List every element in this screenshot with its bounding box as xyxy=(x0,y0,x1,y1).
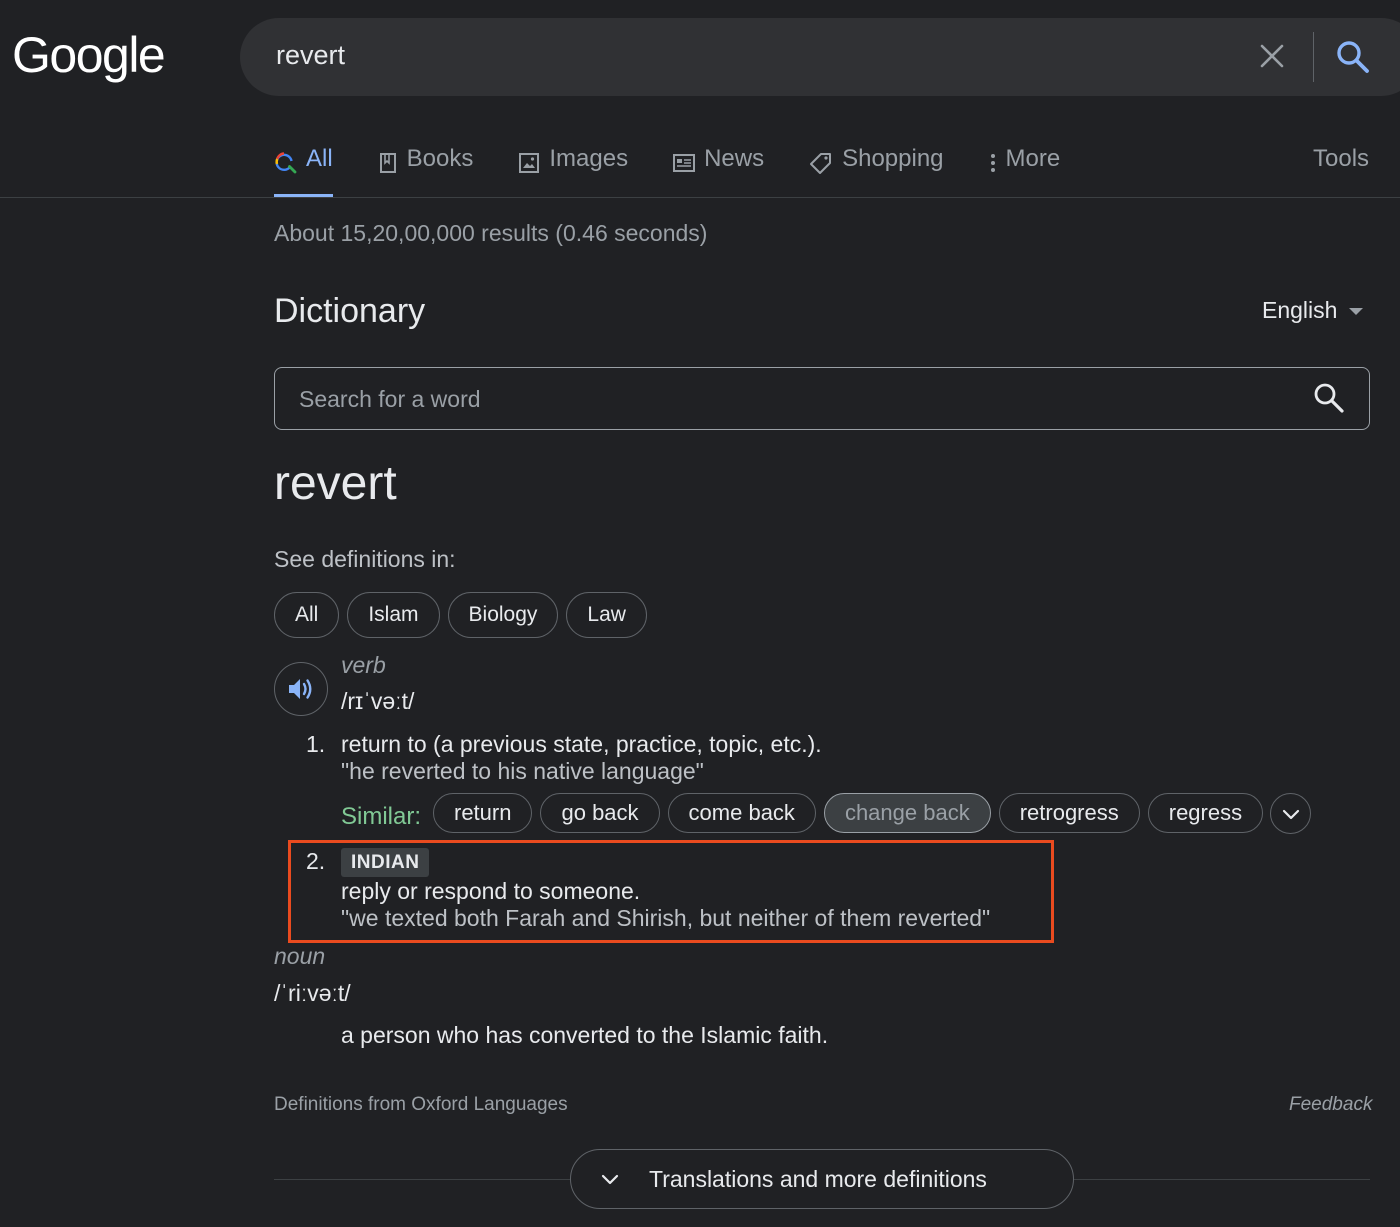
definition-text: reply or respond to someone. xyxy=(341,878,641,904)
domain-chips: All Islam Biology Law xyxy=(274,592,647,638)
search-icon[interactable] xyxy=(1312,381,1346,415)
synonym-chip[interactable]: retrogress xyxy=(998,793,1140,833)
word-search-box[interactable] xyxy=(274,367,1370,430)
synonym-chip[interactable]: regress xyxy=(1147,793,1264,833)
more-definitions-label: Translations and more definitions xyxy=(649,1165,987,1192)
definition-text: return to (a previous state, practice, t… xyxy=(341,731,822,757)
tabs-divider xyxy=(0,197,1400,198)
synonym-chip-selected[interactable]: change back xyxy=(823,793,991,833)
result-stats: About 15,20,00,000 results (0.46 seconds… xyxy=(274,220,708,246)
language-dropdown[interactable]: English xyxy=(1262,297,1364,324)
tab-books[interactable]: Books xyxy=(377,140,474,198)
language-label: English xyxy=(1262,297,1338,323)
tab-label: Books xyxy=(406,145,474,172)
tab-images[interactable]: Images xyxy=(517,140,628,198)
speaker-icon xyxy=(289,679,312,699)
chip-islam[interactable]: Islam xyxy=(347,592,440,638)
tab-more[interactable]: More xyxy=(988,140,1061,198)
search-icon xyxy=(275,152,297,174)
synonym-chip[interactable]: return xyxy=(433,793,533,833)
feedback-link[interactable]: Feedback xyxy=(1289,1094,1372,1116)
news-icon xyxy=(673,154,696,172)
search-bar[interactable] xyxy=(240,18,1400,96)
synonym-chip[interactable]: go back xyxy=(540,793,660,833)
search-icon[interactable] xyxy=(1334,38,1372,76)
search-query[interactable]: revert xyxy=(276,40,345,71)
tab-all[interactable]: All xyxy=(274,140,333,198)
image-icon xyxy=(519,153,540,173)
tab-label: Shopping xyxy=(842,145,944,172)
definition-example: "he reverted to his native language" xyxy=(341,758,704,784)
chevron-down-icon xyxy=(601,1174,619,1185)
similar-words: return go back come back change back ret… xyxy=(433,793,1264,833)
dots-vertical-icon xyxy=(990,154,995,172)
search-tabs: All Books Images News Shopping More xyxy=(274,140,1104,198)
tab-label: More xyxy=(1005,145,1061,172)
dictionary-title: Dictionary xyxy=(274,292,426,330)
sense-number: 1. xyxy=(306,731,326,757)
headword: revert xyxy=(274,457,397,510)
expand-synonyms-button[interactable] xyxy=(1270,793,1311,834)
tab-shopping[interactable]: Shopping xyxy=(808,140,944,198)
word-search-input[interactable] xyxy=(299,380,1279,418)
close-icon[interactable] xyxy=(1256,40,1288,72)
tab-label: Images xyxy=(549,145,629,172)
definition-text: a person who has converted to the Islami… xyxy=(341,1022,829,1048)
see-definitions-label: See definitions in: xyxy=(274,546,456,572)
phonetic-verb: /rɪˈvəːt/ xyxy=(341,688,415,714)
tools-button[interactable]: Tools xyxy=(1313,145,1369,173)
pronunciation-button[interactable] xyxy=(274,662,328,716)
phonetic-noun: /ˈriːvəːt/ xyxy=(274,980,351,1006)
tab-label: News xyxy=(704,145,765,172)
part-of-speech-verb: verb xyxy=(341,652,386,678)
caret-down-icon xyxy=(1349,308,1364,315)
more-definitions-button[interactable]: Translations and more definitions xyxy=(570,1149,1074,1209)
sense-number: 2. xyxy=(306,848,326,874)
chip-law[interactable]: Law xyxy=(566,592,647,638)
chip-biology[interactable]: Biology xyxy=(447,592,559,638)
book-icon xyxy=(379,153,396,173)
definition-example: "we texted both Farah and Shirish, but n… xyxy=(341,905,991,931)
tab-news[interactable]: News xyxy=(672,140,764,198)
chevron-down-icon xyxy=(1282,809,1299,819)
part-of-speech-noun: noun xyxy=(274,943,326,969)
tag-icon xyxy=(810,153,832,174)
definitions-source[interactable]: Definitions from Oxford Languages xyxy=(274,1094,568,1116)
synonym-chip[interactable]: come back xyxy=(667,793,816,833)
search-divider xyxy=(1313,32,1314,82)
region-badge: INDIAN xyxy=(341,848,430,877)
tab-label: All xyxy=(306,145,333,172)
chip-all[interactable]: All xyxy=(274,592,340,638)
google-logo[interactable]: Google xyxy=(12,26,166,84)
similar-label: Similar: xyxy=(341,803,422,830)
